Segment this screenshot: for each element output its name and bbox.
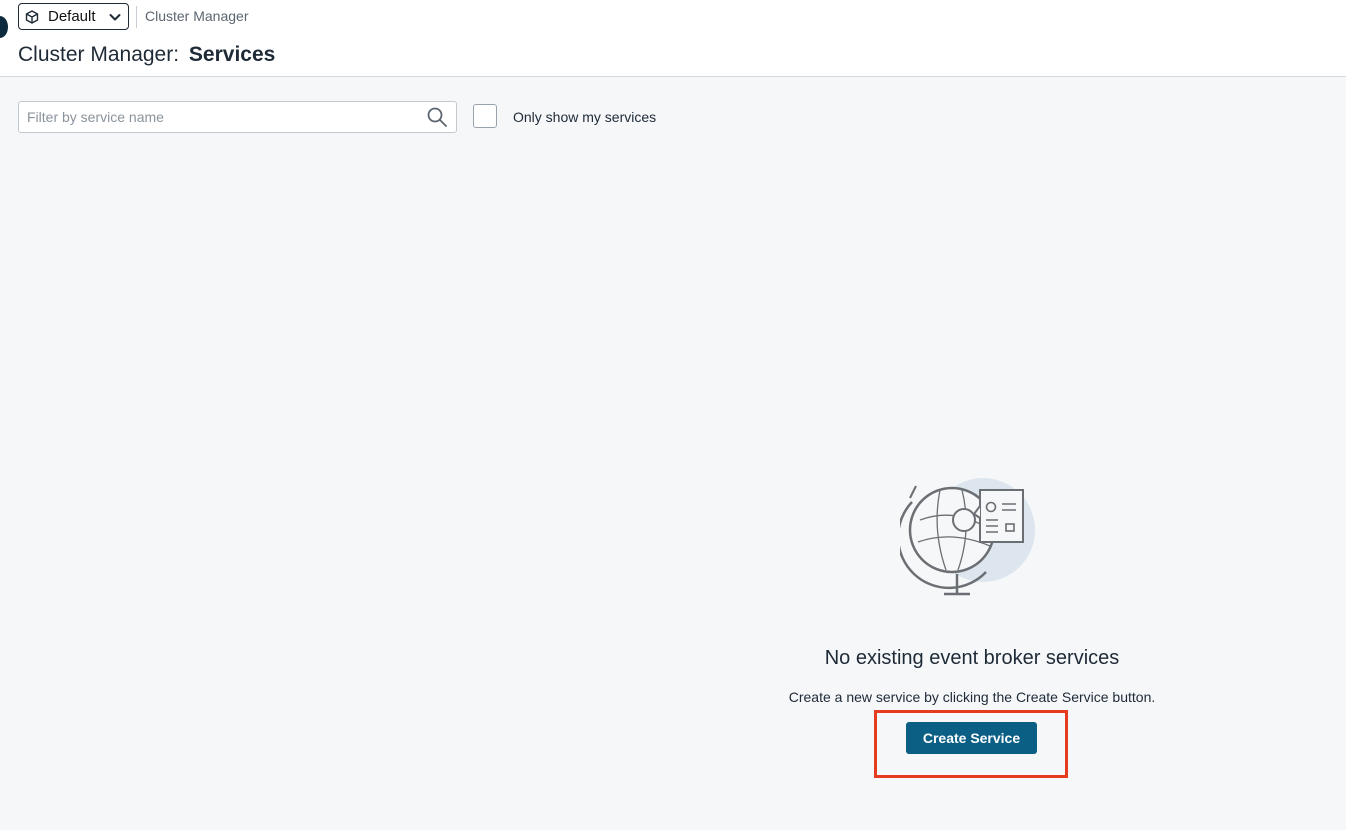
chevron-down-icon	[108, 10, 122, 24]
cube-icon	[25, 9, 39, 24]
sidebar-toggle-handle[interactable]	[0, 16, 8, 38]
environment-selector-value: Default	[48, 8, 96, 25]
create-service-button[interactable]: Create Service	[906, 722, 1037, 754]
environment-selector[interactable]: Default	[18, 3, 129, 30]
page-title-prefix: Cluster Manager:	[18, 43, 180, 66]
only-my-services-label[interactable]: Only show my services	[513, 109, 656, 125]
page-title-main: Services	[188, 43, 276, 66]
empty-state-subtitle: Create a new service by clicking the Cre…	[788, 689, 1156, 705]
breadcrumb[interactable]: Cluster Manager	[145, 8, 249, 24]
search-box[interactable]	[18, 101, 457, 133]
search-icon[interactable]	[426, 106, 448, 128]
page-title: Cluster Manager: Services	[18, 43, 275, 67]
page-header: Default Cluster Manager Cluster Manager:…	[0, 0, 1346, 77]
only-my-services-checkbox[interactable]	[473, 104, 497, 128]
search-input[interactable]	[27, 109, 426, 125]
empty-state-title: No existing event broker services	[824, 647, 1120, 669]
header-divider	[136, 6, 137, 28]
globe-document-icon	[896, 472, 1040, 600]
